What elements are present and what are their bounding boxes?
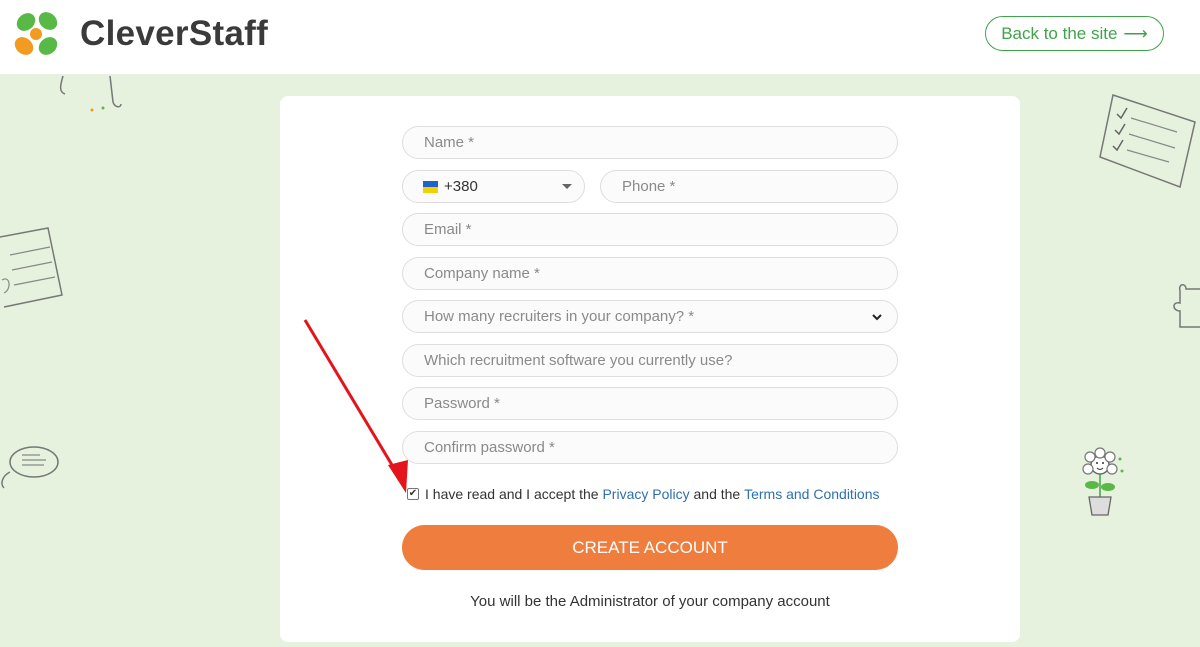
terms-link[interactable]: Terms and Conditions: [744, 486, 879, 502]
checklist-doodle-icon: [1099, 94, 1196, 189]
puzzle-doodle-icon: [1173, 284, 1200, 328]
red-annotation-arrow-icon: [303, 319, 408, 493]
email-input[interactable]: Email *: [402, 213, 898, 246]
back-to-site-button[interactable]: Back to the site ⟶: [985, 16, 1164, 51]
top-bar: CleverStaff Back to the site ⟶: [0, 0, 1200, 74]
create-account-button[interactable]: CREATE ACCOUNT: [402, 525, 898, 570]
flower-pot-doodle-icon: [1082, 447, 1124, 516]
consent-middle: and the: [693, 486, 741, 502]
recruiters-count-placeholder: How many recruiters in your company? *: [424, 308, 695, 325]
pen-doodle-icon: [59, 75, 122, 112]
chevron-down-icon: [872, 314, 882, 321]
consent-row: ✔ I have read and I accept the Privacy P…: [407, 486, 880, 502]
phone-country-select[interactable]: +380: [402, 170, 585, 203]
company-name-input[interactable]: Company name *: [402, 257, 898, 290]
recruiters-count-select[interactable]: How many recruiters in your company? *: [402, 300, 898, 333]
confirm-password-input[interactable]: Confirm password *: [402, 431, 898, 464]
speech-bubble-doodle-icon: [1, 446, 59, 489]
arrow-right-icon: ⟶: [1123, 23, 1148, 43]
back-to-site-label: Back to the site: [1001, 23, 1118, 43]
phone-code-value: +380: [444, 178, 478, 195]
administrator-note: You will be the Administrator of your co…: [470, 593, 830, 610]
password-input[interactable]: Password *: [402, 387, 898, 420]
consent-prefix: I have read and I accept the: [425, 486, 599, 502]
ukraine-flag-icon: [423, 180, 438, 193]
phone-input[interactable]: Phone *: [600, 170, 898, 203]
notepad-doodle-icon: [0, 227, 63, 308]
privacy-policy-link[interactable]: Privacy Policy: [602, 486, 689, 502]
caret-down-icon: [562, 184, 572, 189]
cleverstaff-logo-icon: [14, 12, 58, 55]
logo[interactable]: CleverStaff: [8, 6, 268, 62]
name-input[interactable]: Name *: [402, 126, 898, 159]
brand-name: CleverStaff: [80, 14, 269, 53]
current-software-input[interactable]: Which recruitment software you currently…: [402, 344, 898, 377]
